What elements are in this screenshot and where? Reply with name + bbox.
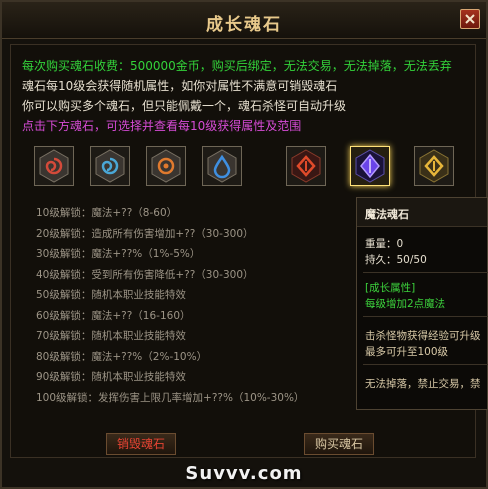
close-button[interactable]: [460, 9, 480, 29]
close-icon: [465, 14, 475, 24]
stone-slot-purple-crystal[interactable]: [350, 146, 390, 186]
orange-flame-rune-icon: [151, 149, 181, 183]
stone-slot-blue-water[interactable]: [202, 146, 242, 186]
list-item: 100级解锁：发挥伤害上限几率增加+??%（10%-30%）: [36, 391, 305, 404]
stone-slot-red-crystal[interactable]: [286, 146, 326, 186]
tooltip-weight: 重量：0: [365, 238, 404, 250]
list-item: 40级解锁：受到所有伤害降低+??（30-300）: [36, 268, 254, 281]
list-item: 10级解锁：魔法+??（8-60）: [36, 207, 178, 219]
tooltip-exp-line-2: 最多可升至100级: [365, 346, 449, 358]
buy-stone-button[interactable]: 购买魂石: [304, 433, 375, 455]
list-item: 80级解锁：魔法+??%（2%-10%）: [36, 350, 208, 363]
info-line-multiple: 你可以购买多个魂石，但只能佩戴一个，魂石杀怪可自动升级: [22, 99, 347, 113]
divider: [363, 272, 488, 273]
red-crystal-rune-icon: [291, 149, 321, 183]
divider: [363, 316, 488, 317]
info-line-attributes: 魂石每10级会获得随机属性，如你对属性不满意可销毁魂石: [22, 79, 338, 93]
tooltip-growth-desc: 每级增加2点魔法: [365, 298, 446, 310]
window-title: 成长魂石: [206, 15, 282, 35]
red-swirl-rune-icon: [39, 149, 69, 183]
purple-crystal-rune-icon: [355, 149, 385, 183]
blue-water-rune-icon: [207, 149, 237, 183]
tooltip-durability: 持久：50/50: [365, 254, 427, 266]
list-item: 50级解锁：随机本职业技能特效: [36, 289, 186, 301]
info-line-hint: 点击下方魂石，可选择并查看每10级获得属性及范围: [22, 119, 302, 133]
watermark: Suvvv.com: [185, 463, 303, 484]
tooltip-header: 魔法魂石: [357, 198, 487, 227]
list-item: 70级解锁：随机本职业技能特效: [36, 330, 186, 342]
blue-swirl-rune-icon: [95, 149, 125, 183]
destroy-stone-button[interactable]: 销毁魂石: [106, 433, 177, 455]
info-text: 每次购买魂石收费：500000金币，购买后绑定，无法交易，无法掉落，无法丢弃 魂…: [22, 56, 452, 136]
list-item: 90级解锁：随机本职业技能特效: [36, 371, 186, 383]
stone-slot-red-swirl[interactable]: [34, 146, 74, 186]
list-item: 30级解锁：魔法+??%（1%-5%）: [36, 248, 201, 260]
stone-slot-orange-flame[interactable]: [146, 146, 186, 186]
gold-crystal-rune-icon: [419, 149, 449, 183]
stone-slot-blue-swirl[interactable]: [90, 146, 130, 186]
list-item: 60级解锁：魔法+??（16-160）: [36, 309, 191, 322]
tooltip-restriction: 无法掉落，禁止交易，禁: [365, 378, 481, 390]
info-line-cost: 每次购买魂石收费：500000金币，购买后绑定，无法交易，无法掉落，无法丢弃: [22, 59, 452, 73]
item-tooltip: 魔法魂石 重量：0 持久：50/50 [成长属性] 每级增加2点魔法 击杀怪物获…: [356, 197, 488, 410]
tooltip-exp-line-1: 击杀怪物获得经验可升级: [365, 330, 481, 342]
level-unlock-list: 10级解锁：魔法+??（8-60） 20级解锁：造成所有伤害增加+??（30-3…: [36, 203, 304, 408]
divider: [363, 364, 488, 365]
tooltip-item-name: 魔法魂石: [365, 208, 409, 221]
stone-slot-gold-crystal[interactable]: [414, 146, 454, 186]
title-bar[interactable]: 成长魂石: [2, 2, 486, 39]
tooltip-growth-title: [成长属性]: [365, 282, 416, 294]
list-item: 20级解锁：造成所有伤害增加+??（30-300）: [36, 227, 254, 240]
